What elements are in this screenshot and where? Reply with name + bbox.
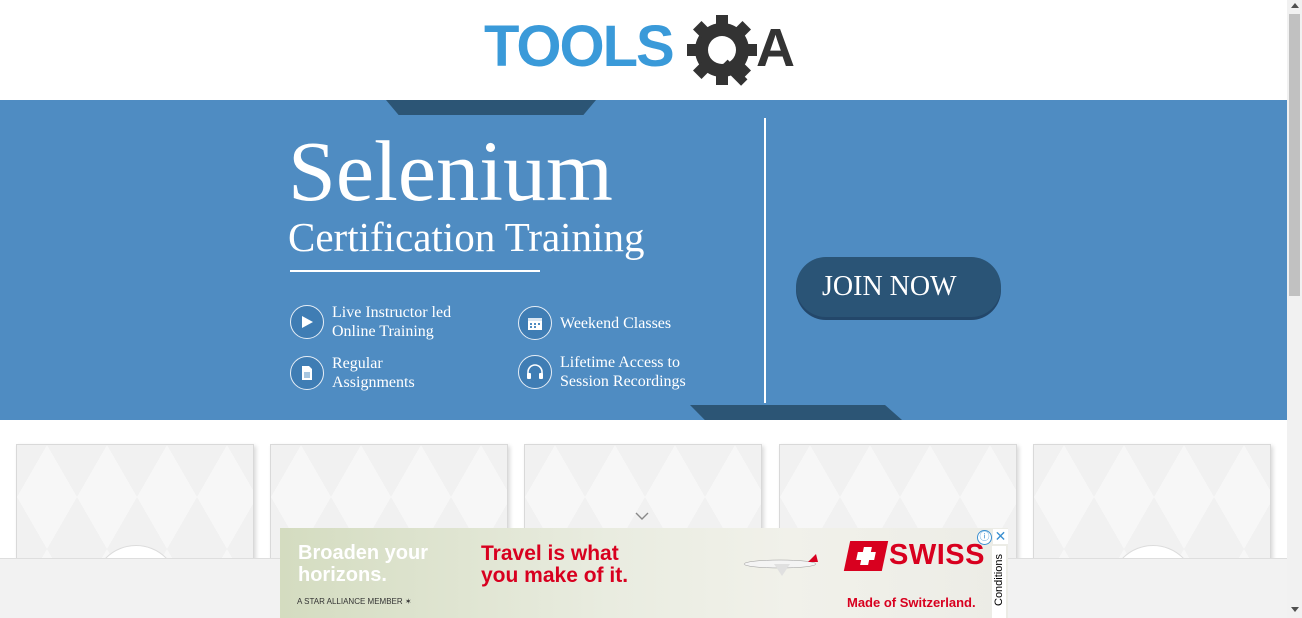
ad-slogan: Made of Switzerland.: [847, 595, 976, 610]
star-alliance-icon: ✶: [404, 597, 412, 606]
ad-brand: SWISS: [889, 539, 985, 571]
feature-assignments: Regular Assignments: [290, 354, 415, 392]
play-icon: [290, 305, 324, 339]
calendar-icon: [518, 306, 552, 340]
feature-label: Regular Assignments: [332, 355, 415, 391]
feature-live-training: Live Instructor led Online Training: [290, 303, 451, 341]
swiss-logo: SWISS: [843, 539, 985, 572]
chevron-down-icon[interactable]: [634, 511, 650, 521]
ad-star-alliance: A STAR ALLIANCE MEMBER ✶: [297, 597, 412, 606]
site-header: TOOLS A: [0, 0, 1287, 100]
feature-recordings: Lifetime Access to Session Recordings: [518, 353, 686, 391]
vertical-scrollbar[interactable]: [1287, 0, 1302, 618]
feature-label: Weekend Classes: [560, 314, 672, 332]
banner-subtitle: Certification Training: [288, 214, 645, 260]
banner-decor-bottom: [690, 405, 902, 420]
headphones-icon: [518, 355, 552, 389]
logo-graphic: TOOLS A: [484, 14, 795, 86]
selenium-training-banner[interactable]: Selenium Certification Training Live Ins…: [0, 100, 1287, 420]
page: TOOLS A Selenium Certification Training …: [0, 0, 1287, 618]
scroll-thumb[interactable]: [1289, 14, 1300, 296]
banner-decor-top: [386, 100, 596, 115]
airplane-icon: [743, 554, 818, 576]
document-icon: [290, 356, 324, 390]
title-underline: [290, 270, 540, 272]
scroll-up-icon[interactable]: [1291, 3, 1299, 8]
scroll-down-icon[interactable]: [1291, 607, 1299, 612]
ad-close-icon[interactable]: ✕: [993, 529, 1008, 544]
join-now-button[interactable]: JOIN NOW: [796, 257, 1001, 317]
logo-wordmark: TOOLS: [484, 14, 673, 79]
logo-accent-letter: A: [756, 18, 795, 78]
banner-title: Selenium: [288, 123, 613, 219]
ad-headline-center: Travel is what you make of it.: [481, 542, 629, 587]
feature-label: Lifetime Access to Session Recordings: [560, 354, 686, 390]
toolsqa-logo[interactable]: TOOLS A: [484, 14, 808, 92]
feature-weekend-classes: Weekend Classes: [518, 306, 671, 340]
ad-conditions-link[interactable]: Conditions: [992, 546, 1006, 618]
swiss-advertisement[interactable]: Broaden your horizons. A STAR ALLIANCE M…: [280, 528, 1008, 618]
gear-magnifier-icon: [687, 15, 757, 86]
ad-info-icon[interactable]: ⓘ: [977, 530, 992, 545]
feature-label: Live Instructor led Online Training: [332, 304, 452, 340]
ad-headline-left: Broaden your horizons.: [298, 542, 429, 586]
banner-divider: [764, 118, 766, 403]
swiss-flag-icon: [843, 540, 889, 571]
